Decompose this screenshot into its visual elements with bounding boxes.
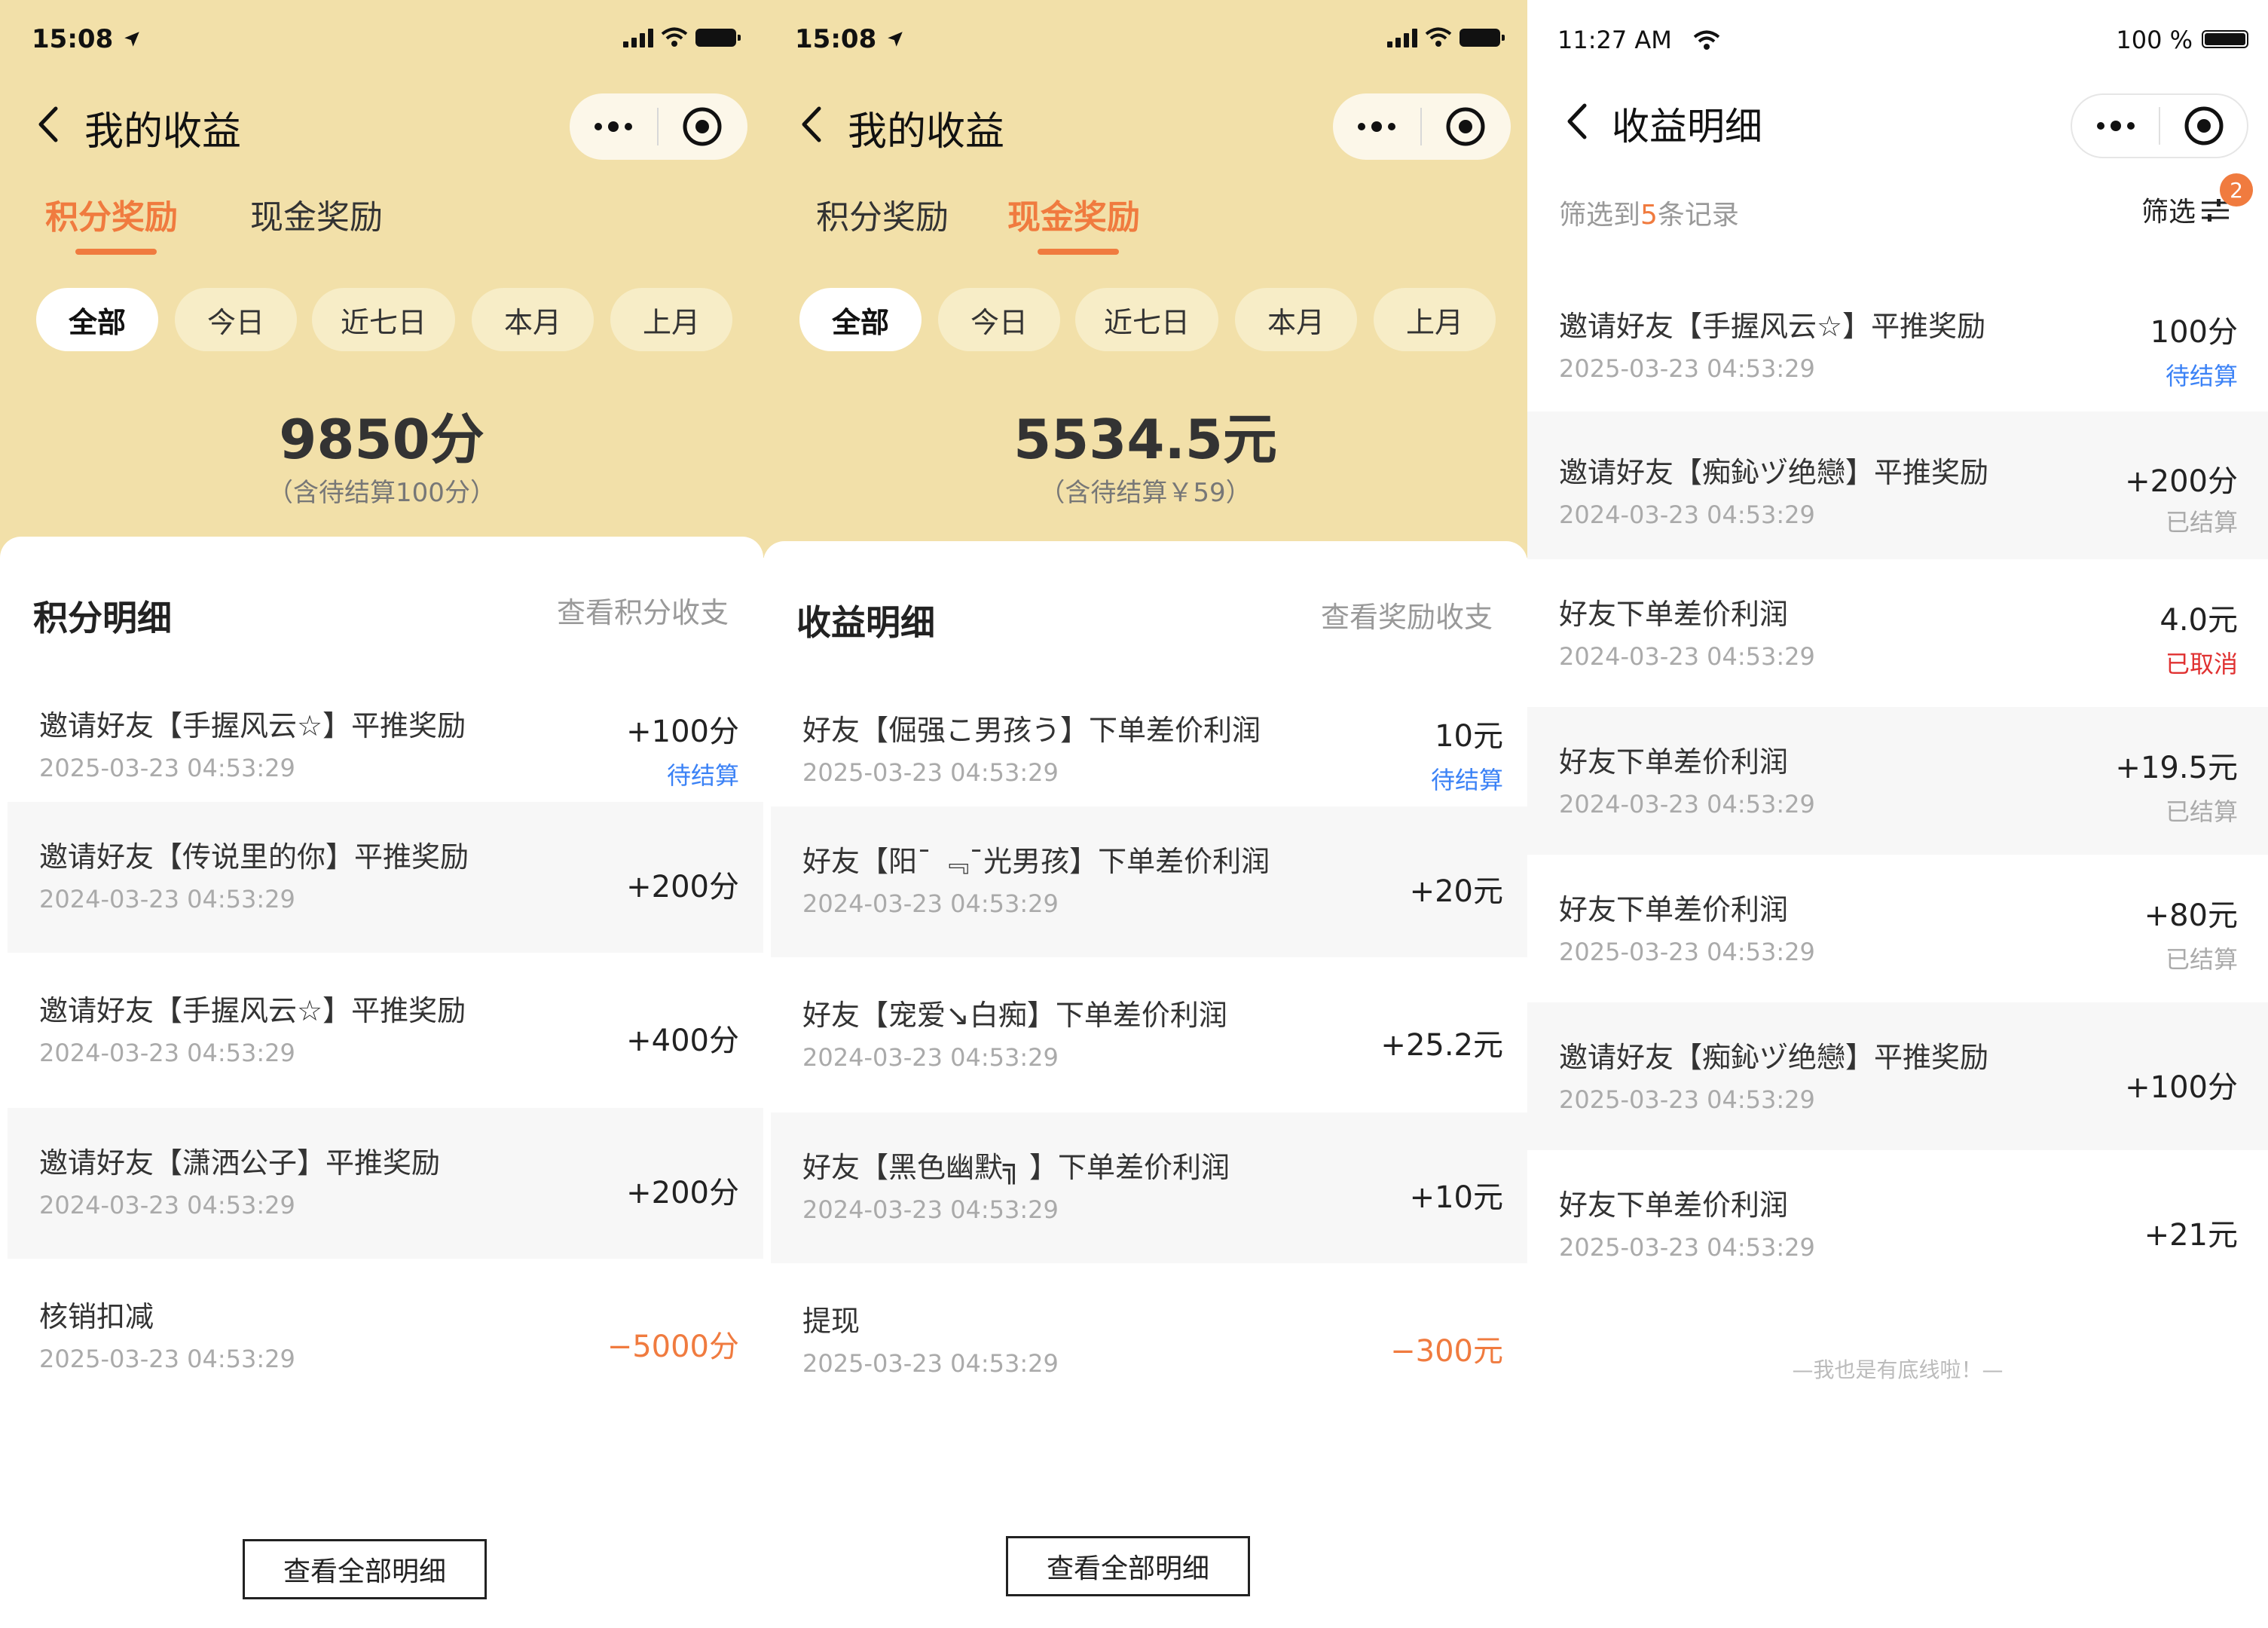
status-badge: 已结算 xyxy=(2165,797,2238,826)
status-bar-icons xyxy=(623,27,741,48)
view-all-details-button[interactable]: 查看全部明细 xyxy=(243,1539,487,1599)
wifi-icon xyxy=(661,27,688,47)
mini-program-capsule xyxy=(1333,93,1511,160)
filter-count-badge: 2 xyxy=(2220,173,2253,207)
list-item[interactable]: 邀请好友【传说里的你】平推奖励 2024-03-23 04:53:29 +200… xyxy=(8,802,763,953)
status-bar-icons xyxy=(1387,27,1505,48)
signal-icon xyxy=(1387,28,1417,47)
list-item[interactable]: 邀请好友【痴鈊ヅ绝戀】平推奖励 2024-03-23 04:53:29 +200… xyxy=(1527,412,2268,559)
battery-icon xyxy=(2202,30,2248,48)
mini-program-capsule xyxy=(2071,93,2248,158)
more-dots-icon[interactable] xyxy=(1333,93,1420,160)
section-title: 积分明细 xyxy=(33,598,172,638)
tab-cash[interactable]: 现金奖励 xyxy=(250,190,383,238)
page-title: 收益明细 xyxy=(1612,105,1762,148)
status-badge: 待结算 xyxy=(1430,766,1503,794)
page-title: 我的收益 xyxy=(84,109,242,155)
view-reward-ledger-link[interactable]: 查看奖励收支 xyxy=(1321,594,1493,635)
status-badge: 已结算 xyxy=(2165,508,2238,537)
cash-screen: 15:08 我的收益 积分奖励 现金奖励 全部 今日 近七日 本月 上月 553… xyxy=(763,0,1527,1628)
back-chevron-icon[interactable] xyxy=(1565,103,1588,140)
detail-screen: 11:27 AM 100 % 收益明细 筛选到5条记录 筛选 2 邀请好友【手握… xyxy=(1527,0,2268,1628)
pending-note: （含待结算100分） xyxy=(267,478,496,508)
more-dots-icon[interactable] xyxy=(2072,93,2159,158)
end-of-list-note: —我也是有底线啦！— xyxy=(1792,1357,2004,1382)
page-title: 我的收益 xyxy=(848,109,1005,155)
battery-icon xyxy=(1460,29,1505,47)
view-all-details-button[interactable]: 查看全部明细 xyxy=(1006,1536,1250,1596)
status-badge: 待结算 xyxy=(666,761,739,790)
wifi-icon xyxy=(1425,27,1452,47)
pending-note: （含待结算￥59） xyxy=(1039,478,1252,508)
filter-summary: 筛选到5条记录 xyxy=(1559,200,1739,231)
location-arrow-icon xyxy=(888,32,903,47)
filter-chip-today[interactable]: 今日 xyxy=(175,288,297,351)
list-item[interactable]: 邀请好友【痴鈊ヅ绝戀】平推奖励 2025-03-23 04:53:29 +100… xyxy=(1527,1002,2268,1150)
list-item[interactable]: 邀请好友【手握风云☆】平推奖励 2024-03-23 04:53:29 +400… xyxy=(8,956,763,1106)
list-item[interactable]: 好友下单差价利润 2025-03-23 04:53:29 +80元 已结算 xyxy=(1527,855,2268,1002)
total-points: 9850分 xyxy=(279,408,484,471)
mini-program-capsule xyxy=(570,93,747,160)
target-icon[interactable] xyxy=(659,93,746,160)
list-item[interactable]: 好友【黑色幽默╗ 】下单差价利润 2024-03-23 04:53:29 +10… xyxy=(771,1112,1527,1263)
location-arrow-icon xyxy=(124,32,139,47)
battery-icon xyxy=(695,29,741,47)
list-item[interactable]: 好友下单差价利润 2024-03-23 04:53:29 4.0元 已取消 xyxy=(1527,559,2268,707)
filter-chip-all[interactable]: 全部 xyxy=(799,288,922,351)
filter-chip-today[interactable]: 今日 xyxy=(938,288,1060,351)
tab-underline xyxy=(75,249,157,255)
battery-percent: 100 % xyxy=(2116,26,2193,54)
tab-points[interactable]: 积分奖励 xyxy=(816,190,949,238)
target-icon[interactable] xyxy=(1422,93,1509,160)
list-item[interactable]: 好友【倔强こ男孩う】下单差价利润 2025-03-23 04:53:29 10元… xyxy=(771,675,1527,826)
points-screen: 15:08 我的收益 积分奖励 现金奖励 全部 今日 近七日 本月 上月 985… xyxy=(0,0,763,1628)
status-bar-time: 15:08 xyxy=(795,24,905,54)
section-title: 收益明细 xyxy=(796,602,935,643)
status-badge: 已取消 xyxy=(2165,650,2238,678)
status-bar-time: 11:27 AM xyxy=(1557,26,1720,54)
filter-chip-this-month[interactable]: 本月 xyxy=(1235,288,1357,351)
list-item[interactable]: 提现 2025-03-23 04:53:29 −300元 xyxy=(771,1266,1527,1417)
filter-button[interactable]: 筛选 xyxy=(2141,190,2230,229)
list-item[interactable]: 邀请好友【手握风云☆】平推奖励 2025-03-23 04:53:29 100分… xyxy=(1527,271,2268,419)
signal-icon xyxy=(623,28,653,47)
wifi-icon xyxy=(1693,30,1720,50)
total-cash: 5534.5元 xyxy=(1013,408,1277,471)
back-chevron-icon[interactable] xyxy=(36,106,59,143)
more-dots-icon[interactable] xyxy=(570,93,657,160)
status-badge: 已结算 xyxy=(2165,945,2238,974)
list-item[interactable]: 好友【宠爱↘白痴】下单差价利润 2024-03-23 04:53:29 +25.… xyxy=(771,960,1527,1111)
list-item[interactable]: 核销扣减 2025-03-23 04:53:29 −5000分 xyxy=(8,1262,763,1412)
filter-chip-7days[interactable]: 近七日 xyxy=(1075,288,1218,351)
back-chevron-icon[interactable] xyxy=(799,106,822,143)
target-icon[interactable] xyxy=(2160,93,2247,158)
view-points-ledger-link[interactable]: 查看积分收支 xyxy=(557,589,729,631)
tab-points[interactable]: 积分奖励 xyxy=(45,190,178,238)
filter-chip-all[interactable]: 全部 xyxy=(36,288,158,351)
list-item[interactable]: 好友下单差价利润 2024-03-23 04:53:29 +19.5元 已结算 xyxy=(1527,707,2268,855)
list-item[interactable]: 好友下单差价利润 2025-03-23 04:53:29 +21元 xyxy=(1527,1150,2268,1298)
status-bar-time: 15:08 xyxy=(32,24,142,54)
filter-chip-last-month[interactable]: 上月 xyxy=(1374,288,1496,351)
status-badge: 待结算 xyxy=(2165,362,2238,390)
list-item[interactable]: 邀请好友【手握风云☆】平推奖励 2025-03-23 04:53:29 +100… xyxy=(8,671,763,822)
records-card: 积分明细 查看积分收支 邀请好友【手握风云☆】平推奖励 2025-03-23 0… xyxy=(0,537,763,1628)
filter-chip-this-month[interactable]: 本月 xyxy=(472,288,594,351)
list-item[interactable]: 邀请好友【潇洒公子】平推奖励 2024-03-23 04:53:29 +200分 xyxy=(8,1108,763,1259)
records-card: 收益明细 查看奖励收支 好友【倔强こ男孩う】下单差价利润 2025-03-23 … xyxy=(763,541,1527,1628)
list-item[interactable]: 好友【阳¯ ﹃¯光男孩】下单差价利润 2024-03-23 04:53:29 +… xyxy=(771,806,1527,957)
tab-underline xyxy=(1038,249,1119,255)
filter-chip-last-month[interactable]: 上月 xyxy=(610,288,732,351)
filter-chip-7days[interactable]: 近七日 xyxy=(312,288,455,351)
tab-cash[interactable]: 现金奖励 xyxy=(1007,190,1140,238)
